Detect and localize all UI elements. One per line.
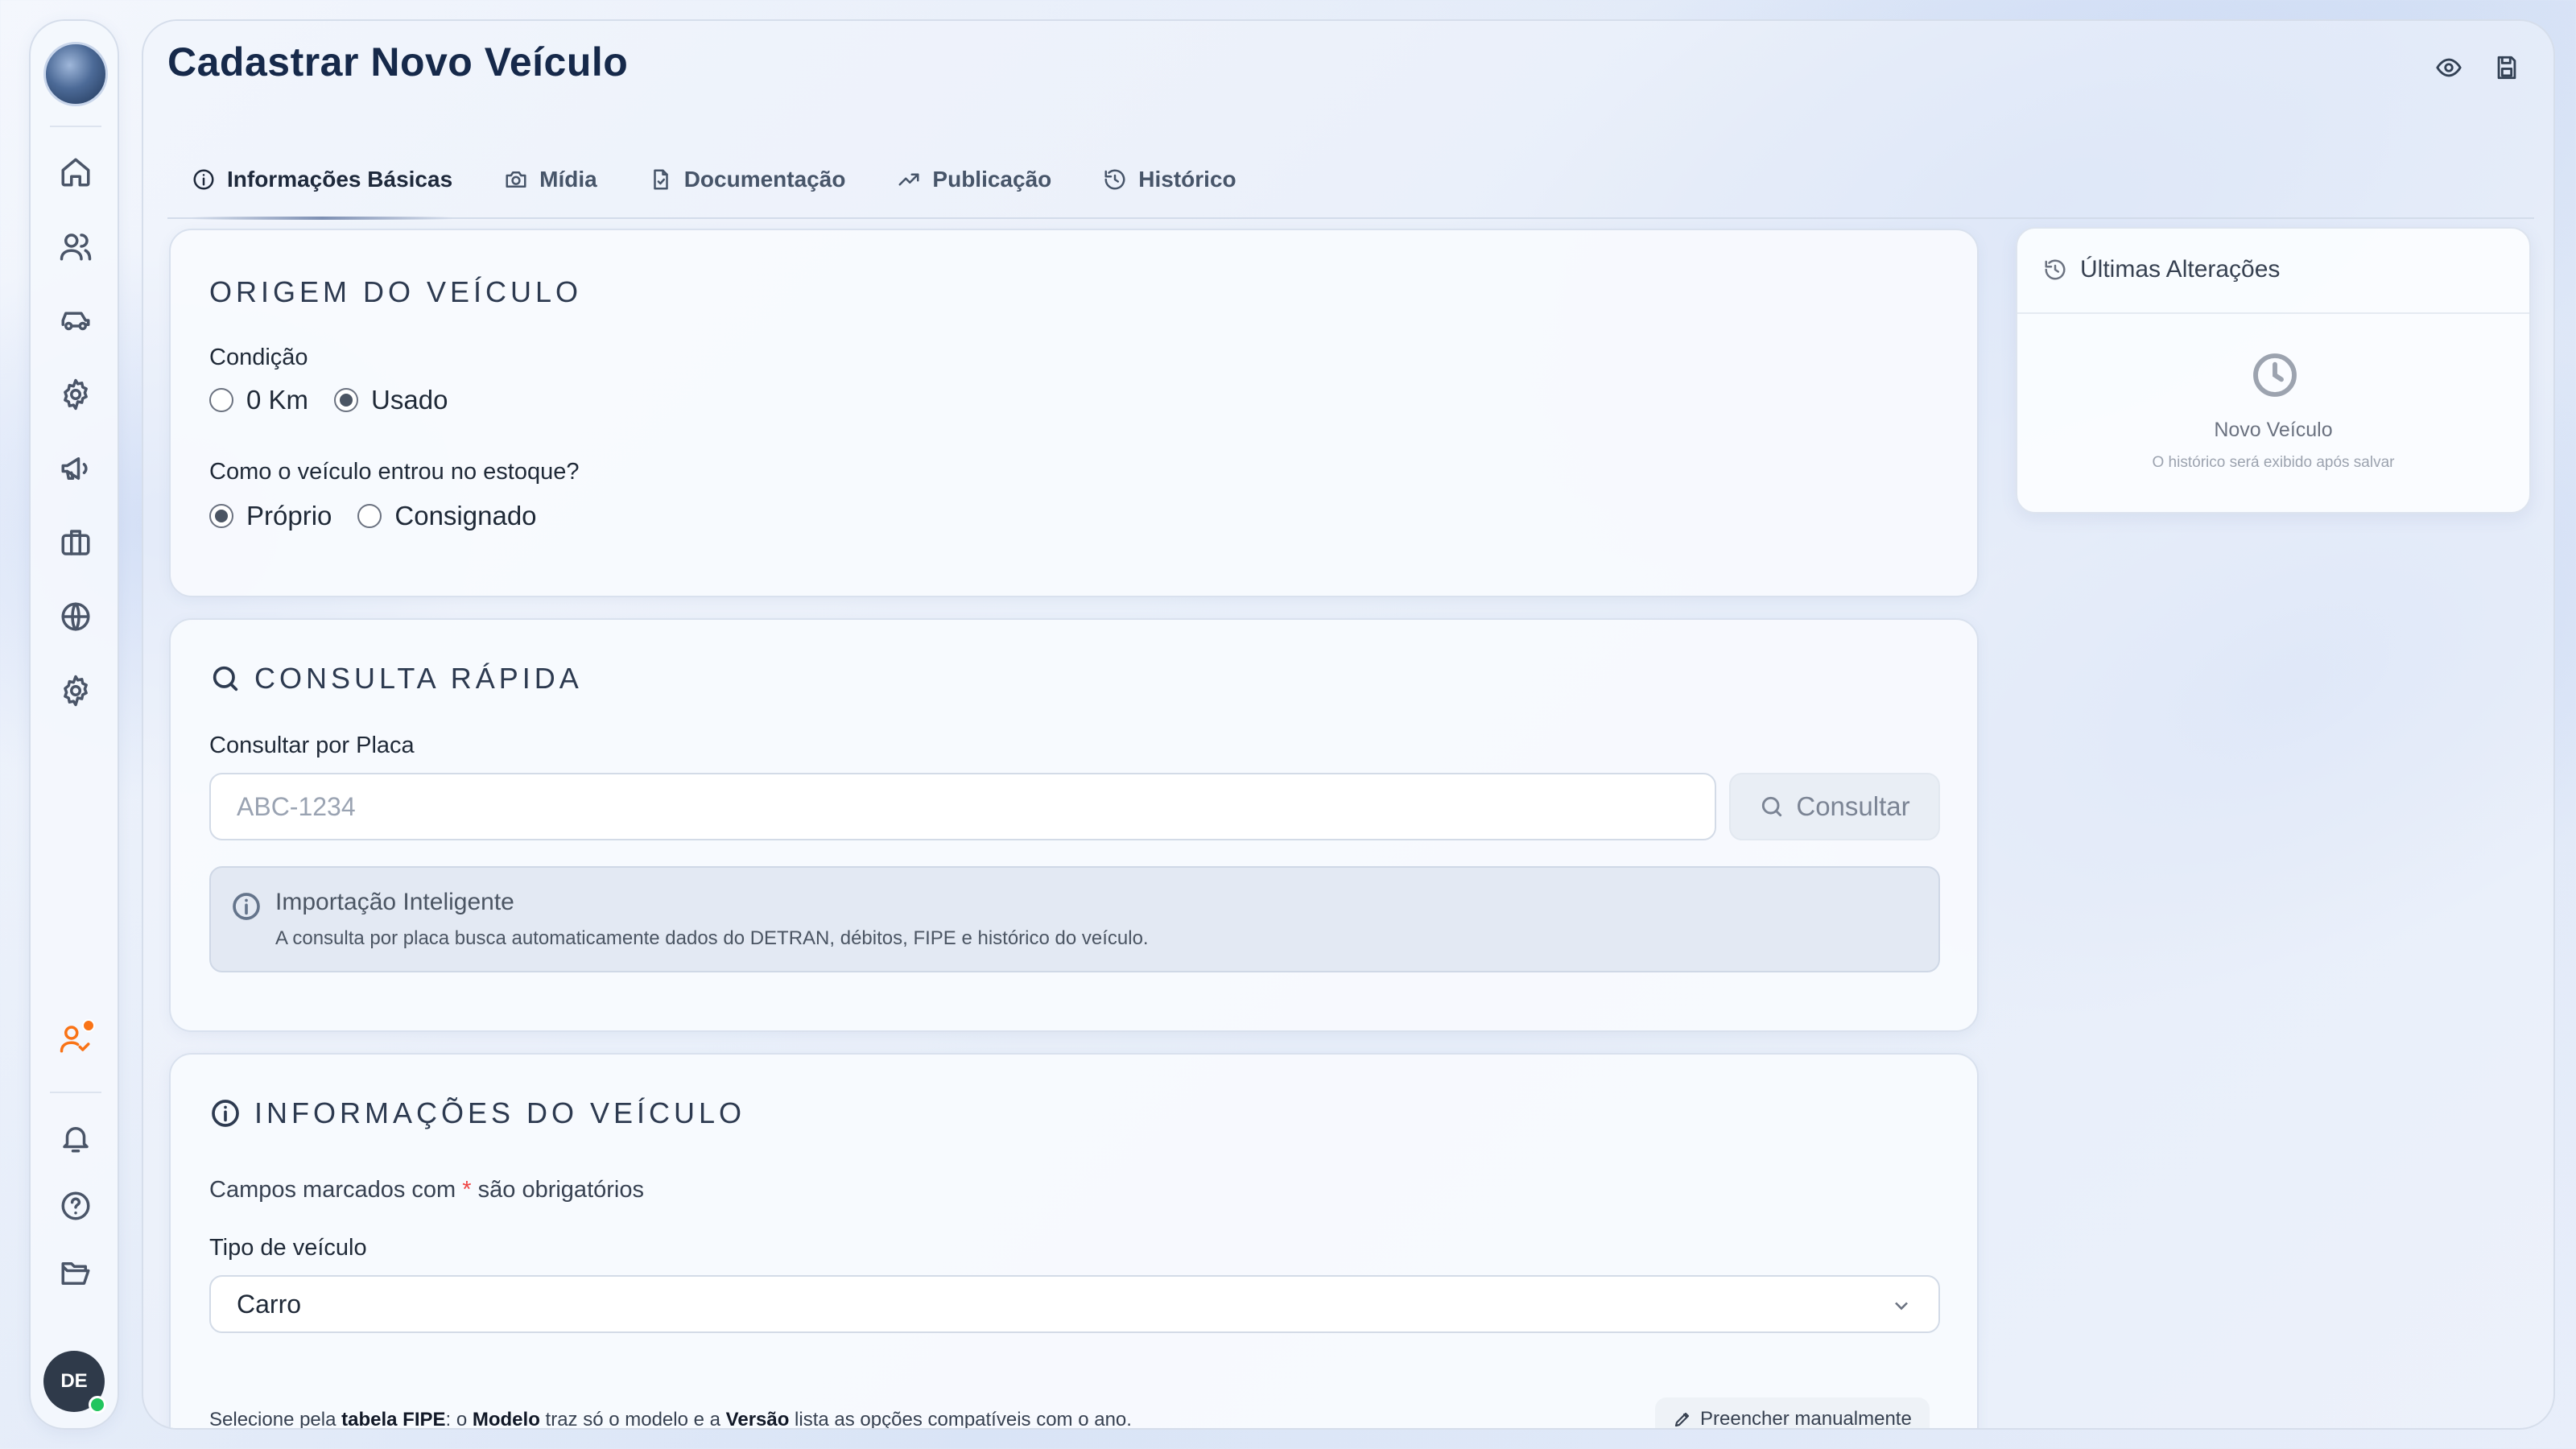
tab-label: Histórico — [1138, 167, 1236, 192]
panel-divider — [2017, 312, 2529, 314]
entrada-label: Como o veículo entrou no estoque? — [209, 459, 580, 485]
search-icon — [213, 666, 238, 691]
informacoes-card: INFORMAÇÕES DO VEÍCULO Campos marcados c… — [169, 1053, 1979, 1430]
camera-icon — [506, 171, 526, 188]
ultimas-alteracoes-panel: Últimas Alterações Novo Veículo O histór… — [2016, 227, 2531, 514]
tipo-veiculo-select[interactable]: Carro — [209, 1275, 1940, 1333]
trending-up-icon — [898, 173, 919, 186]
chevron-down-icon — [1895, 1302, 1908, 1311]
empty-state-title: Novo Veículo — [2214, 419, 2333, 441]
radio-usado[interactable]: Usado — [334, 385, 448, 415]
radio-indicator[interactable] — [334, 388, 359, 412]
folder-icon[interactable] — [56, 1254, 95, 1293]
condicao-radio-group: 0 Km Usado — [209, 385, 448, 415]
tab-bar: Informações Básicas Mídia Documentação P… — [167, 141, 2534, 220]
origem-card: ORIGEM DO VEÍCULO Condição 0 Km Usado Co… — [169, 229, 1979, 597]
globe-icon[interactable] — [56, 597, 95, 636]
gear-icon[interactable] — [56, 375, 95, 414]
info-text: A consulta por placa busca automaticamen… — [275, 927, 1149, 949]
tab-historico[interactable]: Histórico — [1103, 141, 1236, 218]
info-icon — [193, 169, 214, 190]
info-icon — [233, 893, 260, 920]
user-check-icon[interactable] — [56, 1019, 95, 1058]
briefcase-icon[interactable] — [56, 523, 95, 562]
placa-input[interactable]: ABC-1234 — [209, 773, 1716, 840]
fipe-instructions: Selecione pela tabela FIPE: o Modelo tra… — [209, 1409, 1132, 1430]
importacao-info-box: Importação Inteligente A consulta por pl… — [209, 866, 1940, 972]
sidebar-divider — [50, 1092, 101, 1093]
history-icon — [1104, 169, 1125, 190]
placa-label: Consultar por Placa — [209, 733, 415, 758]
tab-label: Mídia — [539, 167, 597, 192]
panel-title: Últimas Alterações — [2080, 256, 2281, 283]
informacoes-title: INFORMAÇÕES DO VEÍCULO — [209, 1096, 745, 1130]
tab-label: Documentação — [683, 167, 846, 192]
tab-documentacao[interactable]: Documentação — [649, 141, 846, 218]
save-icon[interactable] — [2491, 52, 2523, 84]
avatar-initials: DE — [60, 1370, 88, 1392]
sidebar: DE — [29, 19, 119, 1430]
entrada-radio-group: Próprio Consignado — [209, 501, 537, 531]
tab-midia[interactable]: Mídia — [504, 141, 597, 218]
radio-consignado[interactable]: Consignado — [357, 501, 537, 531]
radio-indicator[interactable] — [209, 388, 233, 412]
tab-label: Publicação — [932, 167, 1052, 192]
radio-proprio[interactable]: Próprio — [209, 501, 332, 531]
header-actions — [2433, 52, 2523, 84]
users-icon[interactable] — [56, 227, 95, 266]
condicao-label: Condição — [209, 345, 308, 370]
document-icon — [653, 169, 668, 190]
tipo-veiculo-label: Tipo de veículo — [209, 1235, 367, 1261]
megaphone-icon[interactable] — [56, 449, 95, 488]
online-status-indicator — [89, 1396, 106, 1414]
empty-state-subtitle: O histórico será exibido após salvar — [2152, 454, 2395, 471]
info-title: Importação Inteligente — [275, 889, 514, 915]
home-icon[interactable] — [56, 153, 95, 192]
history-icon — [2045, 259, 2066, 280]
bell-icon[interactable] — [56, 1119, 95, 1158]
car-icon[interactable] — [56, 301, 95, 340]
tab-label: Informações Básicas — [227, 167, 453, 192]
origem-title: ORIGEM DO VEÍCULO — [209, 275, 583, 308]
radio-indicator[interactable] — [209, 504, 233, 528]
preencher-manualmente-button[interactable]: Preencher manualmente — [1655, 1397, 1930, 1428]
required-fields-note: Campos marcados com * são obrigatórios — [209, 1177, 644, 1203]
avatar[interactable]: DE — [43, 1351, 106, 1414]
radio-0km[interactable]: 0 Km — [209, 385, 308, 415]
radio-indicator[interactable] — [357, 504, 382, 528]
info-icon — [212, 1100, 239, 1127]
consulta-card: CONSULTA RÁPIDA Consultar por Placa ABC-… — [169, 618, 1979, 1032]
panel-header: Últimas Alterações — [2043, 256, 2280, 283]
consulta-title: CONSULTA RÁPIDA — [209, 662, 583, 696]
consultar-button[interactable]: Consultar — [1729, 773, 1940, 840]
page-title: Cadastrar Novo Veículo — [167, 39, 629, 85]
eye-icon[interactable] — [2433, 52, 2465, 84]
sidebar-divider — [50, 126, 101, 127]
app-logo[interactable] — [43, 42, 108, 106]
pencil-icon — [1674, 1412, 1690, 1427]
notification-dot — [82, 1019, 95, 1032]
search-icon — [1762, 796, 1782, 817]
tab-publicacao[interactable]: Publicação — [897, 141, 1051, 218]
tab-informacoes-basicas[interactable]: Informações Básicas — [192, 141, 453, 220]
help-icon[interactable] — [56, 1187, 95, 1225]
settings-icon[interactable] — [56, 671, 95, 710]
clock-icon — [2253, 353, 2297, 397]
